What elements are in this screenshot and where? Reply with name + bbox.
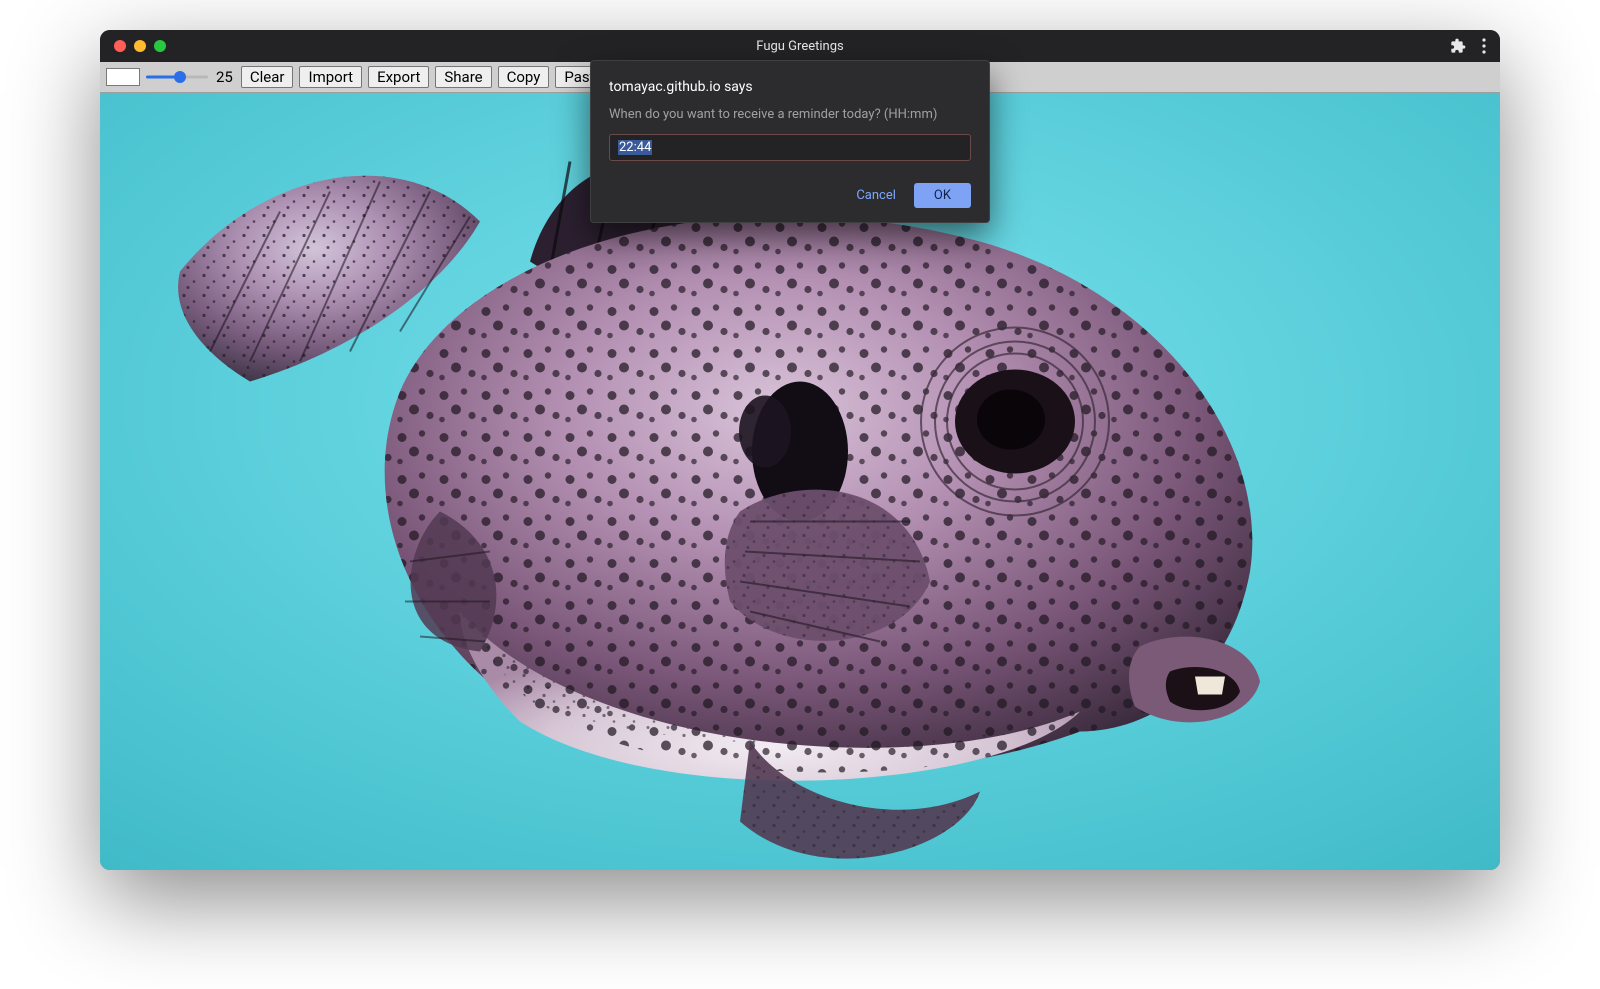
share-button[interactable]: Share <box>435 66 491 88</box>
dialog-title: tomayac.github.io says <box>609 79 971 95</box>
app-window: Fugu Greetings 25 Clear Import Export <box>100 30 1500 870</box>
dialog-input[interactable]: 22:44 <box>609 134 971 161</box>
dialog-message: When do you want to receive a reminder t… <box>609 107 971 122</box>
window-zoom-button[interactable] <box>154 40 166 52</box>
clear-button[interactable]: Clear <box>241 66 294 88</box>
window-minimize-button[interactable] <box>134 40 146 52</box>
traffic-lights <box>100 40 166 52</box>
window-close-button[interactable] <box>114 40 126 52</box>
dialog-input-value: 22:44 <box>618 140 652 155</box>
dialog-origin: tomayac.github.io <box>609 79 721 95</box>
color-swatch[interactable] <box>106 68 140 86</box>
window-title: Fugu Greetings <box>100 39 1500 54</box>
titlebar: Fugu Greetings <box>100 30 1500 62</box>
copy-button[interactable]: Copy <box>498 66 550 88</box>
kebab-menu-icon[interactable] <box>1482 38 1486 54</box>
brush-size-slider[interactable] <box>146 68 208 86</box>
dialog-cancel-button[interactable]: Cancel <box>856 188 896 203</box>
brush-size-value: 25 <box>216 68 233 86</box>
dialog-ok-button[interactable]: OK <box>914 183 971 208</box>
export-button[interactable]: Export <box>368 66 429 88</box>
import-button[interactable]: Import <box>299 66 362 88</box>
dialog-actions: Cancel OK <box>609 183 971 208</box>
prompt-dialog: tomayac.github.io says When do you want … <box>590 60 990 223</box>
dialog-says-suffix: says <box>721 79 753 95</box>
extensions-icon[interactable] <box>1450 38 1466 54</box>
